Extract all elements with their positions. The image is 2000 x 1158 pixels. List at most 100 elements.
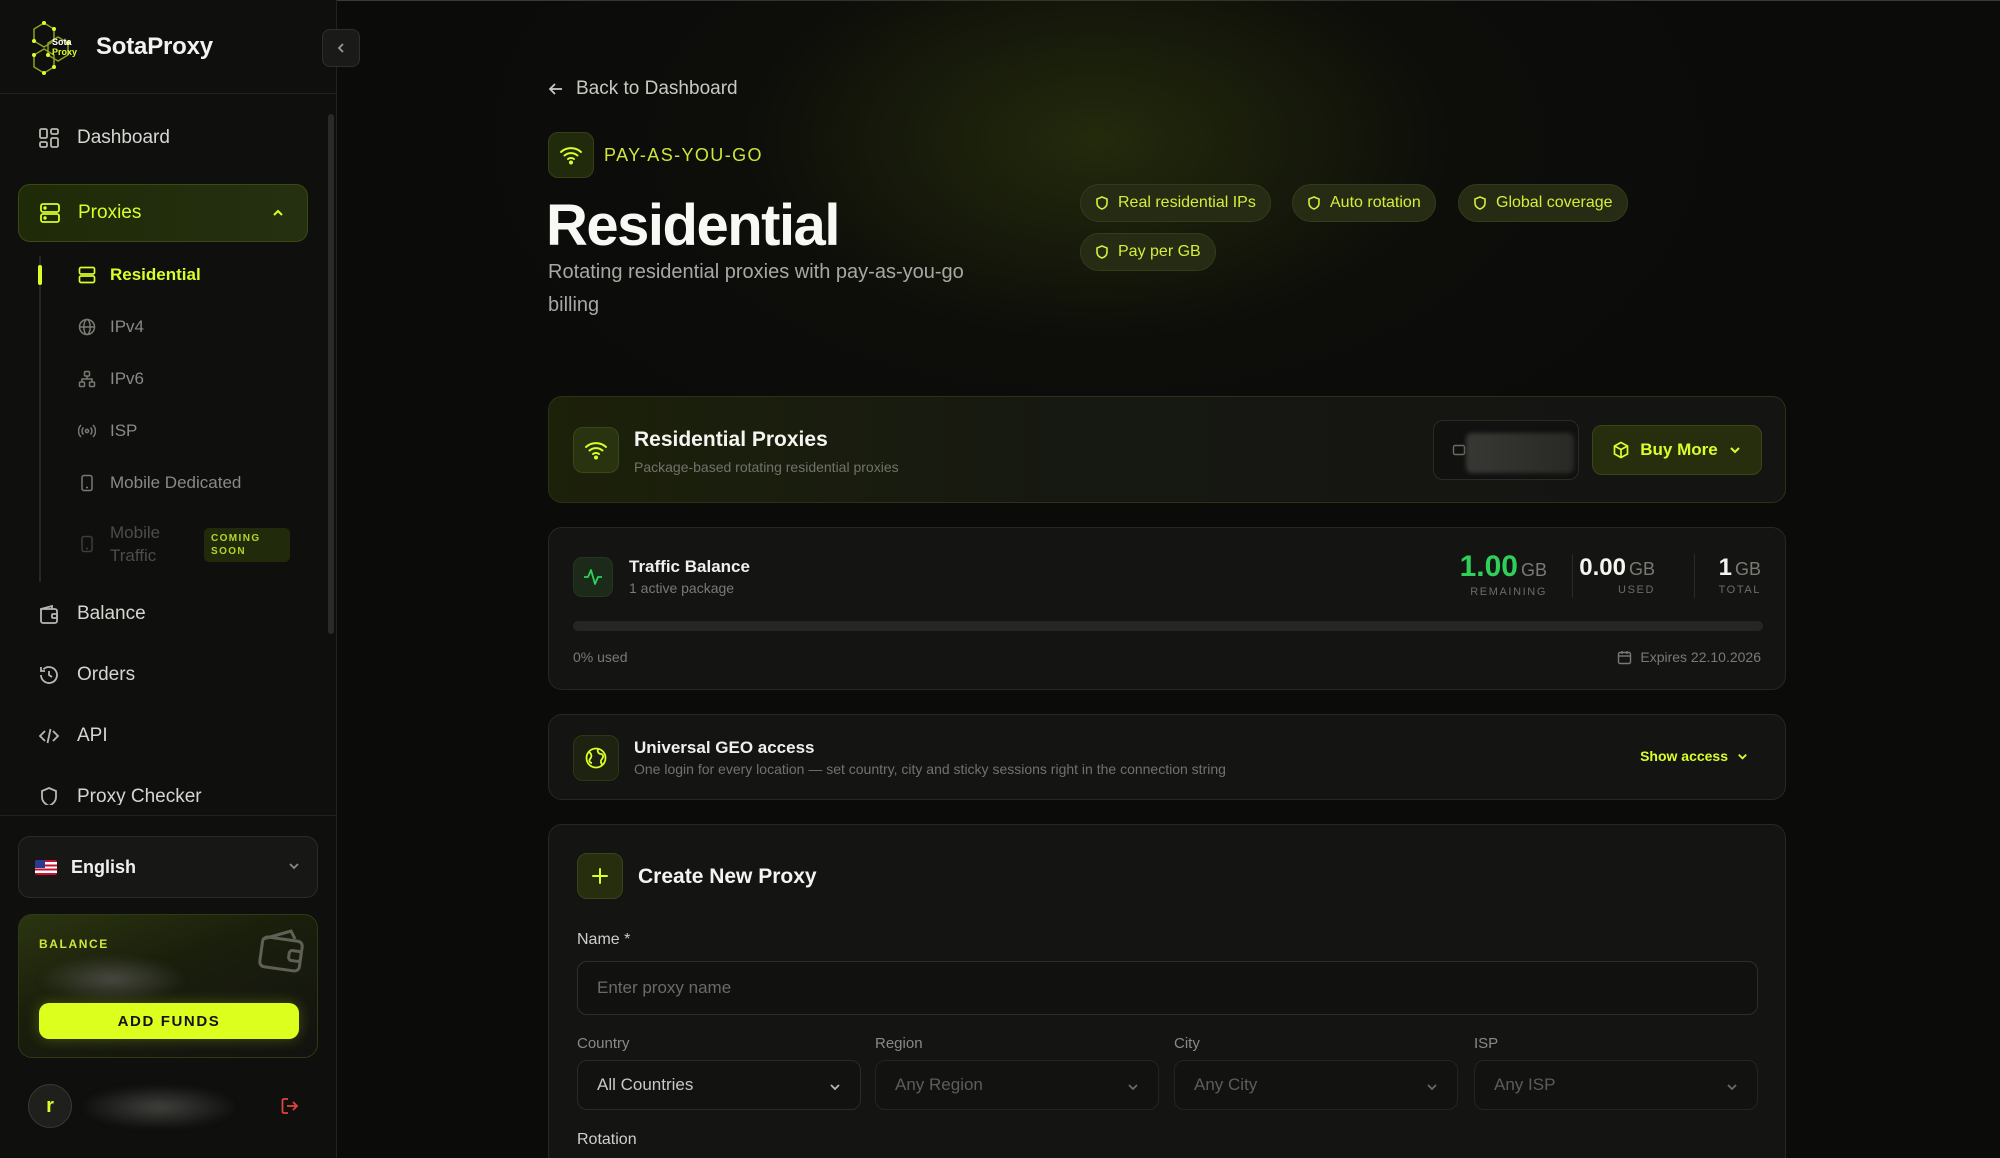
stat-total: 1 GB TOTAL	[1719, 554, 1761, 596]
region-select[interactable]: Any Region	[875, 1060, 1159, 1110]
feature-chip: Real residential IPs	[1080, 184, 1271, 222]
feature-chip-label: Pay per GB	[1118, 243, 1201, 260]
brand[interactable]: Sota Proxy SotaProxy	[28, 18, 213, 76]
geo-access-card: Universal GEO access One login for every…	[548, 714, 1786, 800]
shield-check-icon	[41, 787, 57, 805]
nav-label-proxies: Proxies	[78, 202, 142, 223]
wifi-icon	[560, 147, 582, 165]
nav-label-balance: Balance	[77, 603, 146, 624]
sidebar-scrollbar[interactable]	[328, 114, 334, 634]
remaining-value: 1.00	[1459, 550, 1518, 583]
globe-icon	[78, 318, 96, 336]
nav-item-proxies[interactable]: Proxies	[18, 184, 308, 242]
smartphone-icon	[81, 474, 93, 492]
collapse-sidebar-button[interactable]	[322, 29, 360, 67]
feature-chip-label: Real residential IPs	[1118, 194, 1256, 211]
traffic-title: Traffic Balance	[629, 557, 750, 576]
subnav-label-isp: ISP	[110, 421, 138, 440]
subnav-item-isp[interactable]: ISP	[78, 416, 137, 446]
user-name-redacted	[84, 1086, 234, 1128]
traffic-progress-bar	[573, 621, 1763, 631]
chevron-down-icon	[1427, 1084, 1437, 1091]
product-title: Residential Proxies	[634, 428, 828, 451]
nav-label-proxy-checker: Proxy Checker	[77, 786, 202, 805]
used-label: USED	[1618, 584, 1655, 596]
activity-icon-box	[573, 557, 613, 597]
sidebar-bottom-divider	[0, 815, 337, 816]
plus-icon	[592, 868, 608, 884]
page-title: Residential	[546, 193, 840, 258]
chevron-down-icon	[1727, 1084, 1737, 1091]
create-proxy-title: Create New Proxy	[638, 865, 817, 888]
country-label: Country	[577, 1035, 630, 1052]
chevron-down-icon	[830, 1084, 840, 1091]
server-icon	[40, 203, 60, 223]
total-value: 1	[1718, 554, 1732, 581]
show-access-label: Show access	[1640, 748, 1728, 764]
subnav-item-residential[interactable]: Residential	[78, 260, 201, 290]
history-icon	[40, 666, 58, 684]
balance-amount-redacted	[37, 955, 187, 1003]
server-icon	[78, 266, 96, 284]
nav-item-orders[interactable]: Orders	[18, 651, 308, 699]
traffic-balance-card: Traffic Balance 1 active package 1.00 GB …	[548, 527, 1786, 690]
avatar[interactable]: r	[28, 1084, 72, 1128]
isp-select[interactable]: Any ISP	[1474, 1060, 1758, 1110]
nav-item-dashboard[interactable]: Dashboard	[18, 114, 308, 162]
show-access-button[interactable]: Show access	[1640, 748, 1749, 764]
buy-more-button[interactable]: Buy More	[1592, 425, 1762, 475]
pricing-tag: PAY-AS-YOU-GO	[604, 145, 763, 165]
logout-icon[interactable]	[280, 1096, 300, 1116]
feature-chip-label: Global coverage	[1496, 194, 1613, 211]
broadcast-icon	[78, 424, 96, 438]
isp-value: Any ISP	[1494, 1075, 1556, 1094]
us-flag-icon	[35, 859, 57, 875]
code-icon	[38, 728, 60, 744]
redacted-value	[1466, 433, 1574, 473]
feature-chip: Auto rotation	[1292, 184, 1436, 222]
smartphone-icon	[81, 535, 93, 553]
balance-card: BALANCE ADD FUNDS	[18, 914, 318, 1058]
globe-icon-box	[573, 735, 619, 781]
nav-item-proxy-checker[interactable]: Proxy Checker	[18, 773, 308, 805]
calendar-icon	[1618, 650, 1632, 664]
chevron-down-icon	[1730, 447, 1740, 454]
feature-chip: Global coverage	[1458, 184, 1628, 222]
dashboard-icon	[39, 128, 59, 148]
subnav-label-mobile-traffic-line1: Mobile	[110, 523, 161, 542]
nav-label-dashboard: Dashboard	[77, 127, 170, 148]
nav-item-balance[interactable]: Balance	[18, 590, 308, 638]
shield-icon	[1474, 196, 1486, 210]
activity-icon	[584, 569, 602, 585]
subnav-item-mobile-traffic: Mobile Traffic	[78, 520, 160, 568]
buy-more-label: Buy More	[1640, 440, 1718, 459]
used-value: 0.00	[1579, 554, 1626, 581]
subnav-item-ipv4[interactable]: IPv4	[78, 312, 144, 342]
subnav-active-marker	[38, 265, 42, 285]
subnav-item-ipv6[interactable]: IPv6	[78, 364, 144, 394]
nav-item-api[interactable]: API	[18, 712, 308, 760]
logo-icon: Sota Proxy	[28, 19, 84, 75]
wallet-icon	[258, 929, 304, 973]
chevron-down-icon	[1738, 753, 1747, 760]
stat-remaining: 1.00 GB REMAINING	[1460, 550, 1547, 598]
back-label: Back to Dashboard	[576, 78, 738, 99]
subnav-label-residential: Residential	[110, 265, 201, 284]
region-label: Region	[875, 1035, 923, 1052]
country-select[interactable]: All Countries	[577, 1060, 861, 1110]
rotation-label: Rotation	[577, 1131, 637, 1148]
network-icon	[78, 370, 96, 388]
remaining-unit: GB	[1520, 560, 1547, 580]
subnav-item-mobile-dedicated[interactable]: Mobile Dedicated	[78, 468, 241, 498]
wifi-tag-icon-box	[548, 132, 594, 178]
subnav-label-mobile-traffic: Mobile Traffic	[110, 521, 160, 567]
proxy-name-input[interactable]	[577, 961, 1758, 1015]
subnav-label-ipv6: IPv6	[110, 369, 145, 388]
city-select[interactable]: Any City	[1174, 1060, 1458, 1110]
chevron-left-icon	[337, 43, 344, 53]
wallet-icon	[1452, 444, 1466, 456]
language-select[interactable]: English	[18, 836, 318, 898]
chevron-down-icon	[289, 863, 299, 870]
back-to-dashboard-link[interactable]: Back to Dashboard	[548, 78, 738, 100]
add-funds-button[interactable]: ADD FUNDS	[39, 1003, 299, 1039]
